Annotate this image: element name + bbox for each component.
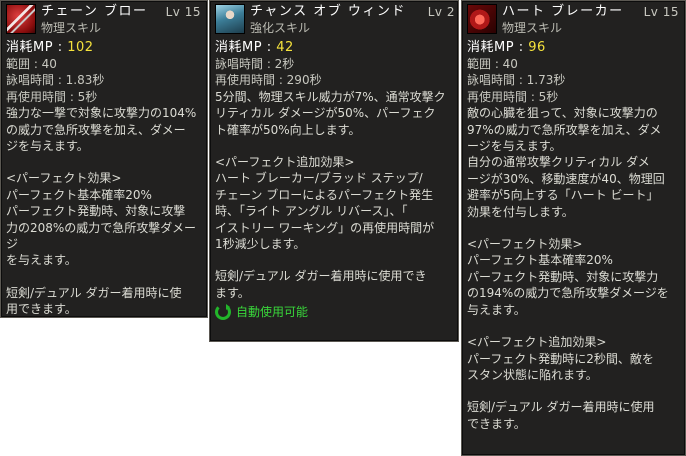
- skill-tooltip-chance-of-wind: チャンス オブ ウィンド Lv 2 強化スキル 消耗MP : 42 詠唱時間 :…: [209, 0, 459, 342]
- weapon-requirement: 短剣/デュアル ダガー着用時に使 用できます。: [6, 285, 182, 317]
- perfect-effect-header: <パーフェクト効果>: [6, 171, 122, 186]
- weapon-requirement: 短剣/デュアル ダガー着用時に使用でき ます。: [215, 269, 427, 300]
- mp-cost: 消耗MP : 102: [6, 40, 94, 55]
- skill-description: 5分間、物理スキル威力が7%、通常攻撃ク リティカル ダメージが50%、パーフェ…: [215, 89, 446, 137]
- weapon-requirement: 短剣/デュアル ダガー着用時に使用 できます。: [467, 400, 655, 431]
- skill-name: ハート ブレーカー: [502, 4, 624, 19]
- tooltip-header: チャンス オブ ウィンド Lv 2 強化スキル: [210, 1, 458, 39]
- skill-type: 強化スキル: [250, 21, 311, 35]
- skill-name: チェーン ブロー: [41, 4, 148, 19]
- chance-of-wind-skill-icon: [215, 4, 245, 34]
- perfect-effect-header: <パーフェクト効果>: [467, 237, 583, 252]
- mp-value: 42: [276, 40, 294, 55]
- mp-value: 96: [528, 40, 546, 55]
- mp-label: 消耗MP: [215, 40, 263, 55]
- perfect-effect-text: ハート ブレーカー/ブラッド ステップ/ チェーン ブローによるパーフェクト発生…: [215, 171, 435, 252]
- tooltip-header: チェーン ブロー Lv 15 物理スキル: [1, 1, 207, 39]
- mp-label: 消耗MP: [6, 40, 54, 55]
- mp-cost: 消耗MP : 42: [215, 40, 294, 55]
- stat-cast-time: 詠唱時間 : 2秒: [215, 57, 295, 71]
- heart-breaker-skill-icon: [467, 4, 497, 34]
- perfect-extra-effect-text: パーフェクト発動時に2秒間、敵を スタン状態に陥れます。: [467, 351, 654, 382]
- stat-range: 範囲 : 40: [6, 57, 57, 71]
- mp-label: 消耗MP: [467, 40, 515, 55]
- tooltip-header: ハート ブレーカー Lv 15 物理スキル: [462, 1, 685, 39]
- skill-level: Lv 15: [643, 5, 679, 19]
- chain-blow-skill-icon: [6, 4, 36, 34]
- stat-range: 範囲 : 40: [467, 57, 518, 71]
- refresh-icon: [215, 304, 231, 321]
- skill-tooltip-chain-blow: チェーン ブロー Lv 15 物理スキル 消耗MP : 102 範囲 : 40 …: [0, 0, 208, 318]
- perfect-effect-text: パーフェクト基本確率20% パーフェクト発動時、対象に攻撃 力の208%の威力で…: [6, 187, 196, 268]
- skill-tooltip-heart-breaker: ハート ブレーカー Lv 15 物理スキル 消耗MP : 96 範囲 : 40 …: [461, 0, 686, 456]
- skill-description: 強力な一撃で対象に攻撃力の104% の威力で急所攻撃を加え、ダメー ジを与えます…: [6, 106, 197, 154]
- skill-type: 物理スキル: [41, 21, 102, 35]
- stat-cooldown: 再使用時間 : 290秒: [215, 73, 322, 88]
- perfect-effect-header: <パーフェクト追加効果>: [215, 155, 355, 170]
- perfect-extra-effect-header: <パーフェクト追加効果>: [467, 335, 607, 350]
- skill-description: 敵の心臓を狙って、対象に攻撃力の 97%の威力で急所攻撃を加え、ダメ ージを与え…: [467, 106, 665, 219]
- mp-value: 102: [67, 40, 94, 55]
- perfect-effect-text: パーフェクト基本確率20% パーフェクト発動時、対象に攻撃力 の194%の威力で…: [467, 253, 669, 317]
- skill-level: Lv 2: [427, 5, 455, 19]
- stat-cast-time: 詠唱時間 : 1.83秒: [6, 73, 105, 88]
- auto-use-label: 自動使用可能: [236, 305, 309, 320]
- skill-name: チャンス オブ ウィンド: [250, 4, 406, 19]
- stat-cooldown: 再使用時間 : 5秒: [6, 89, 98, 104]
- mp-cost: 消耗MP : 96: [467, 40, 546, 55]
- stat-cooldown: 再使用時間 : 5秒: [467, 89, 559, 104]
- stat-cast-time: 詠唱時間 : 1.73秒: [467, 73, 566, 88]
- auto-use-indicator: 自動使用可能: [215, 304, 454, 321]
- skill-level: Lv 15: [165, 5, 201, 19]
- skill-type: 物理スキル: [502, 21, 563, 35]
